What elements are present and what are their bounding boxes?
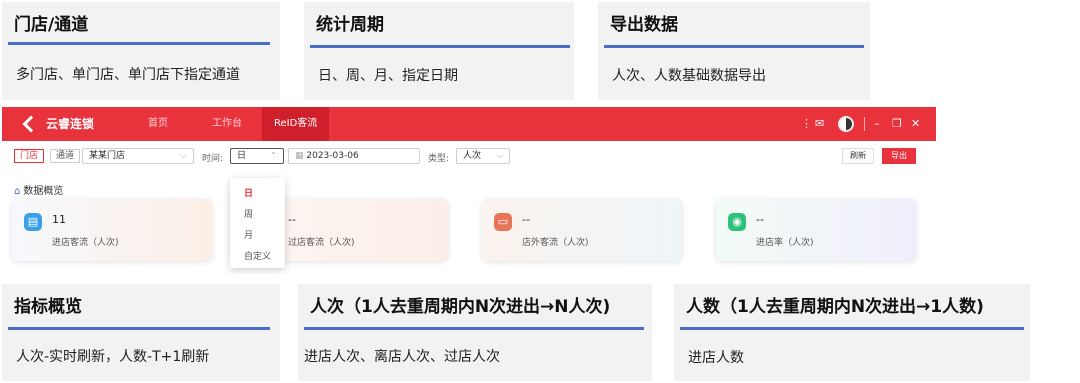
dropdown-item-day[interactable]: 日 (244, 186, 253, 199)
stat-label: 过店客流（人次) (288, 238, 355, 248)
stat-card-outside[interactable]: ▭ -- 店外客流（人次) (482, 199, 682, 261)
nav-home[interactable]: 首页 (148, 107, 168, 141)
outside-icon: ▭ (494, 213, 512, 231)
stage: 门店/通道 多门店、单门店、单门店下指定通道 统计周期 日、周、月、指定日期 导… (0, 0, 1080, 383)
export-button[interactable]: 导出 (882, 148, 916, 164)
time-label: 时间: (202, 154, 224, 164)
card-title: 人次（1人去重周期内N次进出→N人次) (310, 297, 611, 317)
card-visits: 人次（1人去重周期内N次进出→N人次) 进店人次、离店人次、过店人次 (298, 284, 652, 381)
minimize-icon[interactable]: – (874, 118, 880, 130)
chevron-down-icon: ⌵ (180, 151, 187, 160)
tab-store[interactable]: 门店 (14, 149, 45, 163)
store-select-value: 某某门店 (89, 151, 126, 161)
time-select[interactable]: 日 ⌃ (230, 148, 284, 164)
card-title: 导出数据 (610, 15, 678, 35)
nav-reid-traffic[interactable]: ReID客流 (262, 107, 330, 141)
card-period: 统计周期 日、周、月、指定日期 (304, 2, 574, 100)
more-menu-icon[interactable]: ⋮ (801, 118, 812, 130)
card-desc: 人次、人数基础数据导出 (612, 68, 766, 84)
brand-logo[interactable]: 云睿连锁 (24, 115, 94, 132)
time-dropdown: 日 周 月 自定义 (230, 178, 285, 268)
type-label: 类型: (428, 154, 450, 164)
date-picker[interactable]: ▦ 2023-03-06 (288, 148, 420, 164)
message-icon[interactable]: ✉ (815, 118, 824, 130)
brand-name: 云睿连锁 (46, 117, 95, 131)
type-select[interactable]: 人次 ⌵ (456, 148, 510, 164)
stat-label: 店外客流（人次) (522, 238, 589, 248)
close-icon[interactable]: ✕ (911, 118, 920, 130)
stat-value: -- (288, 213, 296, 226)
stat-label: 进店率（人次) (756, 238, 814, 248)
card-title: 门店/通道 (14, 15, 89, 35)
section-title: ⌂ 数据概览 (14, 182, 63, 197)
date-value: 2023-03-06 (306, 151, 359, 161)
brand-icon (24, 116, 40, 132)
card-desc: 进店人数 (688, 350, 744, 366)
time-select-value: 日 (237, 151, 247, 161)
card-underline (604, 45, 864, 48)
card-overview: 指标概览 人次-实时刷新，人数-T+1刷新 (2, 284, 280, 381)
restore-icon[interactable]: ❐ (892, 118, 902, 130)
card-underline (304, 327, 644, 330)
card-people: 人数（1人去重周期内N次进出→1人数) 进店人数 (674, 284, 1030, 381)
card-desc: 日、周、月、指定日期 (318, 68, 458, 84)
stat-card-rate[interactable]: ◉ -- 进店率（人次) (716, 199, 916, 261)
rate-icon: ◉ (728, 213, 746, 231)
filter-bar: 门店 通道 某某门店 ⌵ 时间: 日 ⌃ ▦ 2023-03-06 类型: 人次… (2, 141, 936, 171)
card-desc: 多门店、单门店、单门店下指定通道 (16, 67, 240, 83)
stat-value: 11 (52, 213, 66, 226)
nav-workbench[interactable]: 工作台 (212, 107, 242, 141)
stat-value: -- (522, 213, 530, 226)
store-select[interactable]: 某某门店 ⌵ (82, 148, 194, 164)
dropdown-item-custom[interactable]: 自定义 (244, 249, 271, 262)
store-enter-icon: ▤ (24, 213, 42, 231)
refresh-button[interactable]: 刷新 (842, 148, 874, 164)
stat-value: -- (756, 213, 764, 226)
calendar-icon: ▦ (295, 151, 307, 161)
card-title: 指标概览 (14, 297, 82, 317)
card-underline (8, 42, 270, 45)
card-underline (680, 327, 1024, 330)
user-avatar[interactable] (838, 116, 854, 132)
card-store-channel: 门店/通道 多门店、单门店、单门店下指定通道 (2, 2, 280, 100)
stat-label: 进店客流（人次) (52, 238, 119, 248)
app-window: 云睿连锁 首页 工作台 ReID客流 ⋮ ✉ – ❐ ✕ 门店 通道 某某门店 … (2, 107, 936, 274)
stat-card-enter[interactable]: ▤ 11 进店客流（人次) (12, 199, 212, 261)
card-desc: 人次-实时刷新，人数-T+1刷新 (16, 349, 210, 365)
top-bar: 云睿连锁 首页 工作台 ReID客流 ⋮ ✉ – ❐ ✕ (2, 107, 936, 141)
home-icon: ⌂ (14, 186, 21, 197)
type-select-value: 人次 (463, 151, 482, 161)
topbar-divider (864, 117, 865, 131)
chevron-down-icon: ⌵ (496, 151, 503, 160)
section-title-text: 数据概览 (23, 186, 64, 197)
card-desc: 进店人次、离店人次、过店人次 (304, 349, 500, 365)
chevron-up-icon: ⌃ (270, 151, 277, 160)
card-underline (310, 45, 570, 48)
tab-channel[interactable]: 通道 (50, 149, 81, 163)
card-title: 人数（1人去重周期内N次进出→1人数) (686, 297, 984, 317)
dropdown-item-month[interactable]: 月 (244, 228, 253, 241)
card-title: 统计周期 (316, 15, 384, 35)
dropdown-item-week[interactable]: 周 (244, 207, 253, 220)
card-underline (8, 327, 270, 330)
card-export: 导出数据 人次、人数基础数据导出 (598, 2, 870, 100)
